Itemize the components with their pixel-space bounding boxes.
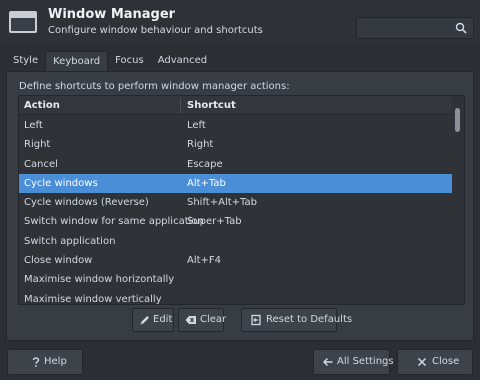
close-button[interactable]: Close [397, 349, 473, 375]
all-settings-button[interactable]: All Settings [313, 349, 394, 375]
edit-button[interactable]: Edit [132, 308, 174, 332]
row-action: Left [24, 120, 43, 131]
row-action: Cancel [24, 158, 58, 170]
reset-to-defaults-button[interactable]: Reset to Defaults [241, 308, 352, 332]
row-shortcut: Alt+Tab [187, 177, 226, 189]
shortcut-list[interactable]: Action Shortcut Left Left Right Right Canc… [18, 95, 465, 305]
question-icon [32, 357, 40, 367]
row-shortcut: Shift+Alt+Tab [187, 197, 257, 209]
row-action: Close window [24, 255, 93, 267]
table-row[interactable]: Left Left [19, 116, 452, 135]
row-action: Cycle windows [24, 177, 98, 189]
backspace-icon [185, 316, 196, 324]
row-shortcut: Super+Tab [187, 216, 242, 228]
list-rows: Left Left Right Right Cancel Escape Cycle w… [19, 116, 452, 305]
table-row[interactable]: Right Right [19, 135, 452, 154]
app-title: Window Manager [48, 7, 176, 22]
clear-label: Clear [200, 314, 227, 325]
row-action: Switch window for same application [24, 216, 204, 228]
all-settings-label: All Settings [337, 356, 394, 367]
tab-focus[interactable]: Focus [108, 51, 151, 71]
tab-keyboard[interactable]: Keyboard [45, 51, 109, 71]
tab-advanced[interactable]: Advanced [151, 51, 214, 71]
row-shortcut: Left [187, 120, 206, 131]
column-header-action[interactable]: Action [24, 100, 60, 111]
close-label: Close [432, 356, 460, 367]
help-label: Help [44, 356, 67, 367]
table-row-selected[interactable]: Cycle windows Alt+Tab [19, 173, 452, 194]
list-header: Action Shortcut [19, 96, 452, 115]
row-action: Right [24, 139, 51, 151]
row-action: Switch application [24, 235, 116, 247]
window-manager-icon [9, 11, 37, 33]
table-row[interactable]: Cycle windows (Reverse) Shift+Alt+Tab [19, 193, 452, 212]
tab-style[interactable]: Style [6, 51, 45, 71]
row-action: Maximise window vertically [24, 293, 162, 305]
close-icon [417, 357, 427, 367]
row-action: Maximise window horizontally [24, 274, 175, 286]
arrow-left-icon [323, 358, 333, 366]
row-shortcut: Escape [187, 158, 223, 170]
table-row[interactable]: Maximise window horizontally [19, 270, 452, 289]
table-row[interactable]: Cancel Escape [19, 155, 452, 174]
table-row[interactable]: Close window Alt+F4 [19, 251, 452, 270]
edit-label: Edit [153, 314, 173, 325]
pencil-icon [140, 316, 149, 325]
reset-icon [251, 314, 261, 326]
list-scrollbar[interactable] [452, 96, 464, 304]
scrollbar-thumb[interactable] [455, 108, 460, 132]
row-shortcut: Alt+F4 [187, 255, 222, 267]
help-button[interactable]: Help [7, 349, 83, 375]
app-subtitle: Configure window behaviour and shortcuts [48, 25, 263, 36]
row-action: Cycle windows (Reverse) [24, 197, 149, 209]
column-header-shortcut[interactable]: Shortcut [187, 100, 236, 111]
column-divider [180, 98, 181, 113]
table-row[interactable]: Maximise window vertically [19, 290, 452, 305]
keyboard-panel: Define shortcuts to perform window manag… [6, 71, 474, 341]
reset-label: Reset to Defaults [266, 314, 353, 325]
table-row[interactable]: Switch window for same application Super+… [19, 212, 452, 231]
clear-button[interactable]: Clear [178, 308, 227, 332]
table-row[interactable]: Switch application [19, 232, 452, 251]
header: Window Manager Configure window behaviou… [0, 0, 480, 46]
search-input[interactable] [356, 17, 474, 39]
row-shortcut: Right [187, 139, 214, 151]
tab-bar: Style Keyboard Focus Advanced [6, 51, 214, 71]
panel-description: Define shortcuts to perform window manag… [19, 81, 290, 92]
search-icon [455, 22, 467, 34]
